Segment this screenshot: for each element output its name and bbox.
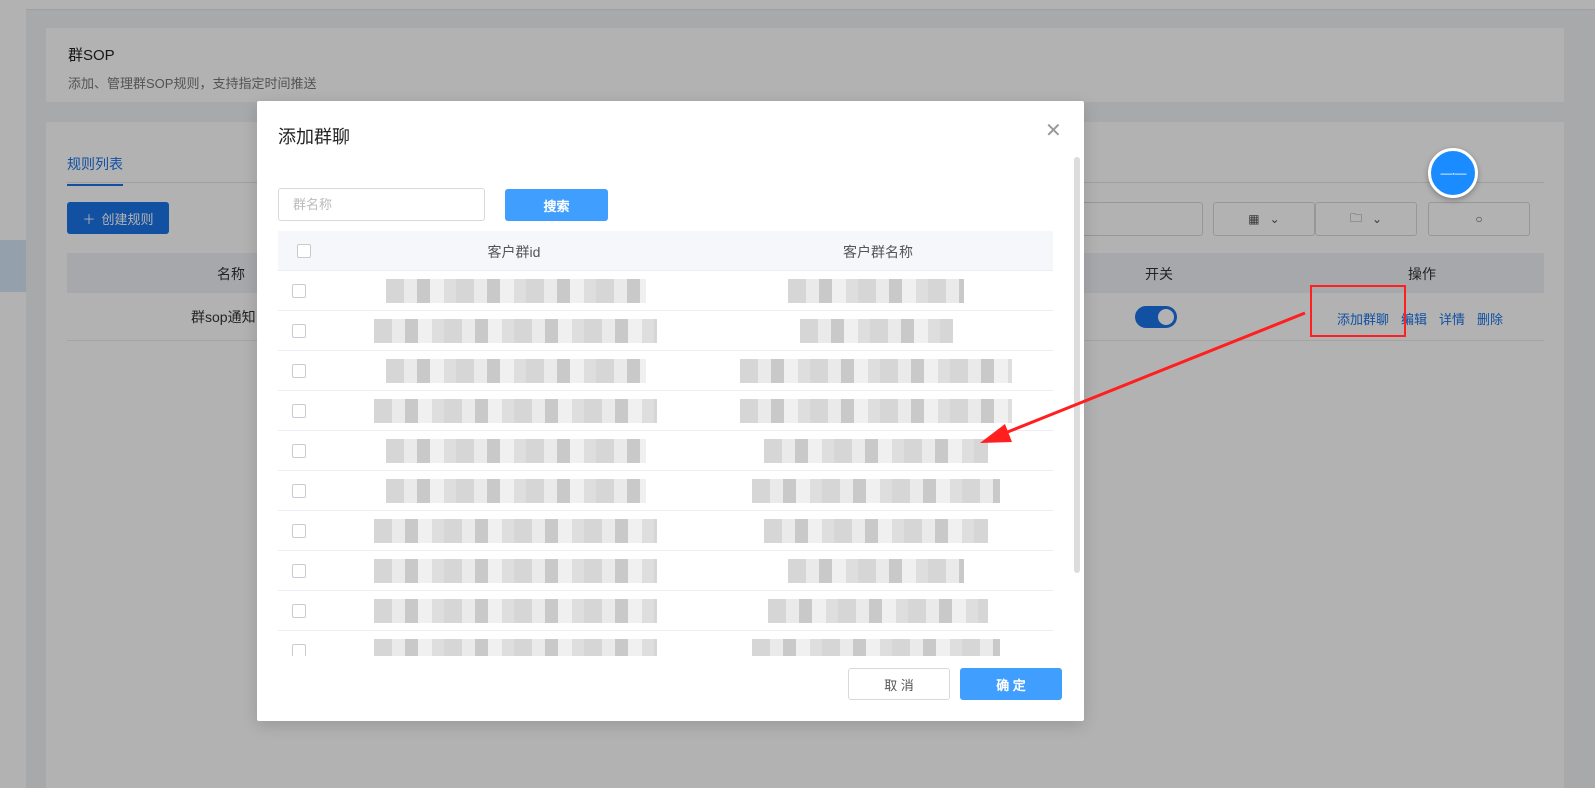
row-checkbox[interactable]: [292, 484, 306, 498]
row-checkbox[interactable]: [292, 284, 306, 298]
cancel-button[interactable]: 取 消: [848, 668, 950, 700]
table-row: [278, 311, 1053, 351]
group-id-cell: [374, 599, 657, 623]
row-checkbox[interactable]: [292, 524, 306, 538]
table-row: [278, 351, 1053, 391]
group-table-header: 客户群id 客户群名称: [278, 231, 1053, 271]
search-button[interactable]: 搜索: [505, 189, 608, 221]
row-checkbox[interactable]: [292, 564, 306, 578]
group-name-cell: [788, 559, 964, 583]
table-row: [278, 511, 1053, 551]
row-checkbox[interactable]: [292, 644, 306, 656]
dialog-scrollbar[interactable]: [1074, 157, 1080, 573]
add-group-chat-dialog: 添加群聊 ✕ 搜索 客户群id 客户群名称 取 消 确 定: [257, 101, 1084, 721]
group-chat-table: 客户群id 客户群名称: [278, 231, 1053, 656]
group-name-cell: [740, 359, 1012, 383]
col-group-id: 客户群id: [487, 244, 541, 260]
group-id-cell: [374, 639, 657, 656]
table-row: [278, 271, 1053, 311]
group-name-cell: [752, 479, 1000, 503]
row-checkbox[interactable]: [292, 364, 306, 378]
group-id-cell: [374, 399, 657, 423]
group-id-cell: [386, 439, 646, 463]
group-id-cell: [374, 519, 657, 543]
group-name-cell: [752, 639, 1000, 656]
table-row: [278, 591, 1053, 631]
group-id-cell: [374, 559, 657, 583]
close-icon[interactable]: ✕: [1045, 121, 1062, 141]
dialog-title: 添加群聊: [278, 127, 350, 147]
row-checkbox[interactable]: [292, 604, 306, 618]
group-id-cell: [386, 279, 646, 303]
highlight-box: [1310, 285, 1406, 337]
group-name-cell: [764, 439, 988, 463]
group-name-search-input[interactable]: [278, 188, 485, 221]
table-row: [278, 471, 1053, 511]
group-name-cell: [764, 519, 988, 543]
row-checkbox[interactable]: [292, 404, 306, 418]
floating-assistant-button[interactable]: —·—: [1428, 148, 1478, 198]
group-name-cell: [788, 279, 964, 303]
group-id-cell: [386, 479, 646, 503]
row-checkbox[interactable]: [292, 324, 306, 338]
dash-icon: —·—: [1440, 166, 1467, 180]
group-name-cell: [768, 599, 988, 623]
table-row: [278, 551, 1053, 591]
group-name-cell: [800, 319, 953, 343]
select-all-checkbox[interactable]: [297, 244, 311, 258]
table-row: [278, 431, 1053, 471]
group-id-cell: [374, 319, 657, 343]
confirm-button[interactable]: 确 定: [960, 668, 1062, 700]
table-row: [278, 631, 1053, 656]
group-id-cell: [386, 359, 646, 383]
row-checkbox[interactable]: [292, 444, 306, 458]
group-name-cell: [740, 399, 1012, 423]
col-group-name: 客户群名称: [843, 244, 913, 260]
table-row: [278, 391, 1053, 431]
